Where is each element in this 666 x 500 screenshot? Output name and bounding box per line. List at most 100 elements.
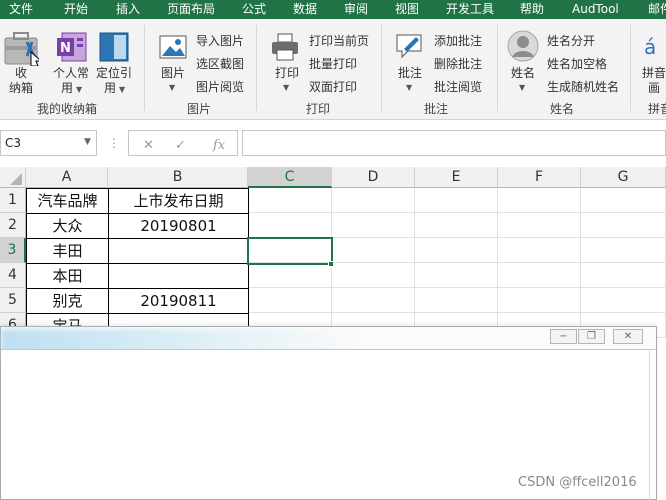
row-header-3[interactable]: 3 [0,238,26,263]
cell-f2[interactable] [498,213,581,238]
minimize-button[interactable]: − [550,329,577,344]
menu-home[interactable]: 开始 [64,0,88,19]
row-header-4[interactable]: 4 [0,263,26,288]
personal-label-1: 个人常 [53,66,90,80]
menu-data[interactable]: 数据 [293,0,317,19]
cell-f5[interactable] [498,288,581,313]
cell-g3[interactable] [581,238,666,263]
menu-layout[interactable]: 页面布局 [167,0,215,19]
print-dropdown-icon: ▼ [283,83,290,92]
printer-icon [272,33,298,61]
column-header-f[interactable]: F [498,167,581,188]
group-separator [497,25,498,111]
svg-text:á: á [644,35,656,59]
cancel-icon[interactable]: ✕ [143,138,154,153]
batch-print-label: 批量打印 [309,57,358,71]
delete-comment-label: 删除批注 [434,57,483,71]
print-label: 打印 [275,66,300,80]
cell-d5[interactable] [332,288,415,313]
cell-d1[interactable] [332,188,415,213]
select-all-corner[interactable] [0,167,26,188]
row-header-2[interactable]: 2 [0,213,26,238]
name-add-space-label: 姓名加空格 [547,57,608,71]
pinyin-label-2: 画 [648,81,661,95]
pinyin-icon: á [644,35,656,59]
cell-f4[interactable] [498,263,581,288]
menu-mail[interactable]: 邮件 [648,0,666,19]
menu-view[interactable]: 视图 [395,0,419,19]
personal-dropdown-icon: ▼ [76,85,83,94]
cell-c4[interactable] [248,263,332,288]
enter-icon[interactable]: ✓ [175,138,186,153]
column-header-b[interactable]: B [108,167,248,188]
cell-f1[interactable] [498,188,581,213]
name-box[interactable]: C3 [0,130,97,156]
cell-c5[interactable] [248,288,332,313]
insert-function-icon[interactable]: fx [213,138,225,153]
menu-help[interactable]: 帮助 [520,0,544,19]
cell-d4[interactable] [332,263,415,288]
column-header-a[interactable]: A [26,167,108,188]
cell-c1[interactable] [248,188,332,213]
print-current-label: 打印当前页 [309,34,370,48]
box-label-1: 收 [15,66,28,80]
cell-a4[interactable]: 本田 [26,263,109,289]
floating-window: − ❐ ✕ [0,326,657,500]
group-label-picture: 图片 [187,102,212,116]
cell-e4[interactable] [415,263,498,288]
column-header-d[interactable]: D [332,167,415,188]
cell-b2[interactable]: 20190801 [108,213,249,239]
toolbox-icon [4,32,39,66]
reference-icon [99,32,129,62]
cell-g5[interactable] [581,288,666,313]
cell-a5[interactable]: 别克 [26,288,109,314]
cell-g1[interactable] [581,188,666,213]
cell-a3[interactable]: 丰田 [26,238,109,264]
cell-g2[interactable] [581,213,666,238]
close-button[interactable]: ✕ [613,329,643,344]
cell-b3[interactable] [108,238,249,264]
cell-a1[interactable]: 汽车品牌 [26,188,109,214]
cell-b1[interactable]: 上市发布日期 [108,188,249,214]
menu-file[interactable]: 文件 [9,0,33,19]
restore-button[interactable]: ❐ [578,329,605,344]
group-label-pinyin: 拼音 [648,102,666,116]
group-label-comment: 批注 [424,102,449,116]
group-label-print: 打印 [306,102,331,116]
cell-c2[interactable] [248,213,332,238]
fill-handle[interactable] [328,261,334,267]
menu-developer[interactable]: 开发工具 [446,0,494,19]
cell-f3[interactable] [498,238,581,263]
name-box-dropdown-icon[interactable]: ▼ [84,137,91,147]
menu-review[interactable]: 审阅 [344,0,368,19]
column-header-e[interactable]: E [415,167,498,188]
menu-insert[interactable]: 插入 [116,0,140,19]
menu-formulas[interactable]: 公式 [242,0,266,19]
formula-bar: C3 ▼ ⋮ ✕ ✓ fx [0,128,666,158]
group-label-mybox: 我的收纳箱 [37,102,98,116]
cell-e5[interactable] [415,288,498,313]
locate-label-1: 定位引 [96,66,133,80]
row-header-5[interactable]: 5 [0,288,26,313]
floating-window-titlebar[interactable]: − ❐ ✕ [1,327,656,357]
cell-b4[interactable] [108,263,249,289]
cell-a2[interactable]: 大众 [26,213,109,239]
cell-d2[interactable] [332,213,415,238]
picture-icon [159,35,187,59]
formula-input[interactable] [242,130,666,156]
watermark: CSDN @ffcell2016 [518,475,637,490]
column-header-c[interactable]: C [248,167,332,188]
row-header-1[interactable]: 1 [0,188,26,213]
cell-e1[interactable] [415,188,498,213]
cell-d3[interactable] [332,238,415,263]
cell-b5[interactable]: 20190811 [108,288,249,314]
cell-g4[interactable] [581,263,666,288]
comment-dropdown-icon: ▼ [406,83,413,92]
cell-e3[interactable] [415,238,498,263]
cell-e2[interactable] [415,213,498,238]
column-header-g[interactable]: G [581,167,666,188]
menu-audtool[interactable]: AudTool [572,0,619,19]
menu-bar: 文件 开始 插入 页面布局 公式 数据 审阅 视图 开发工具 帮助 AudToo… [0,0,666,19]
comment-pen-icon [396,34,422,59]
add-comment-label: 添加批注 [434,34,483,48]
